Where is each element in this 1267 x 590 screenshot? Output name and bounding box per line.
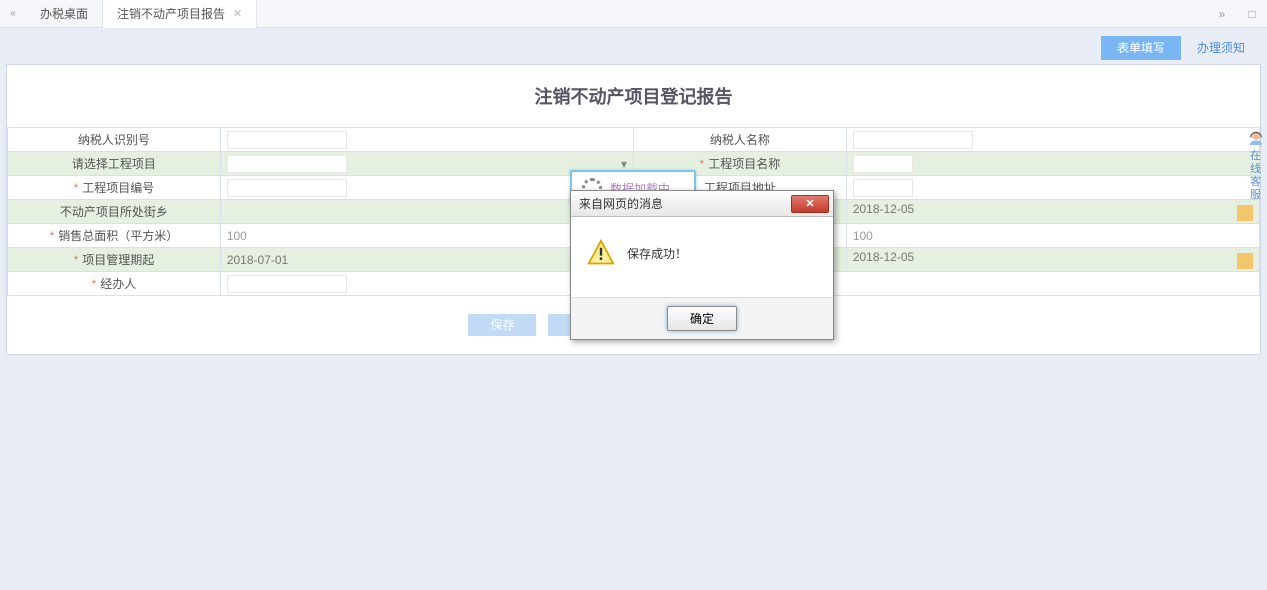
label-taxpayer-name: 纳税人名称 — [633, 128, 846, 152]
maximize-icon[interactable]: □ — [1237, 0, 1267, 28]
value-project-addr — [846, 176, 1259, 200]
tabs-scroll-right-icon[interactable]: » — [1207, 0, 1237, 28]
tab-cancel-estate[interactable]: 注销不动产项目报告 ✕ — [103, 0, 257, 28]
value-mgmt-end[interactable]: 2018-12-05 — [846, 248, 1259, 272]
calendar-icon[interactable] — [1237, 205, 1253, 221]
subtab-notice[interactable]: 办理须知 — [1181, 36, 1261, 60]
taxpayer-no-input[interactable] — [227, 131, 347, 149]
project-name-input[interactable] — [853, 155, 913, 173]
form-subtabs: 表单填写 办理须知 — [6, 36, 1261, 60]
value-taxpayer-no — [220, 128, 633, 152]
project-addr-input[interactable] — [853, 179, 913, 197]
taxpayer-name-input[interactable] — [853, 131, 973, 149]
label-handler: 经办人 — [8, 272, 221, 296]
label-total-area: 销售总面积（平方米） — [8, 224, 221, 248]
value-total-income[interactable]: 100 — [846, 224, 1259, 248]
ok-button[interactable]: 确定 — [667, 306, 737, 331]
window-controls: » □ — [1207, 0, 1267, 28]
label-select-project: 请选择工程项目 — [8, 152, 221, 176]
value-taxpayer-name — [846, 128, 1259, 152]
value-sale-finish[interactable]: 2018-12-05 — [846, 200, 1259, 224]
project-select[interactable] — [227, 155, 347, 173]
dialog-titlebar[interactable]: 来自网页的消息 ✕ — [571, 191, 833, 217]
label-taxpayer-no: 纳税人识别号 — [8, 128, 221, 152]
live-chat-widget[interactable]: 在线客服 — [1245, 130, 1267, 202]
handler-input[interactable] — [227, 275, 347, 293]
save-button[interactable]: 保存 — [468, 314, 536, 336]
chevron-down-icon[interactable]: ▾ — [621, 157, 627, 171]
tab-bar: « 办税桌面 注销不动产项目报告 ✕ » □ — [0, 0, 1267, 28]
tabs-scroll-left-icon[interactable]: « — [0, 8, 26, 19]
label-estate-district: 不动产项目所处街乡 — [8, 200, 221, 224]
project-no-input[interactable] — [227, 179, 347, 197]
warning-icon — [587, 239, 615, 267]
dialog-message: 保存成功！ — [627, 245, 687, 262]
label-project-no: 工程项目编号 — [8, 176, 221, 200]
dialog-body: 保存成功！ — [571, 217, 833, 297]
headset-icon — [1247, 130, 1265, 148]
value-project-name — [846, 152, 1259, 176]
tab-label: 注销不动产项目报告 — [117, 5, 225, 22]
page-title: 注销不动产项目登记报告 — [7, 65, 1260, 127]
dialog-save-success: 来自网页的消息 ✕ 保存成功！ 确定 — [570, 190, 834, 340]
tab-label: 办税桌面 — [40, 5, 88, 22]
calendar-icon[interactable] — [1237, 253, 1253, 269]
tab-desktop[interactable]: 办税桌面 — [26, 0, 103, 28]
label-mgmt-start: 项目管理期起 — [8, 248, 221, 272]
dialog-footer: 确定 — [571, 297, 833, 339]
dialog-title: 来自网页的消息 — [575, 195, 791, 212]
subtab-form[interactable]: 表单填写 — [1101, 36, 1181, 60]
close-icon[interactable]: ✕ — [233, 7, 242, 20]
live-chat-label: 在线客服 — [1245, 150, 1267, 202]
close-icon[interactable]: ✕ — [791, 195, 829, 213]
